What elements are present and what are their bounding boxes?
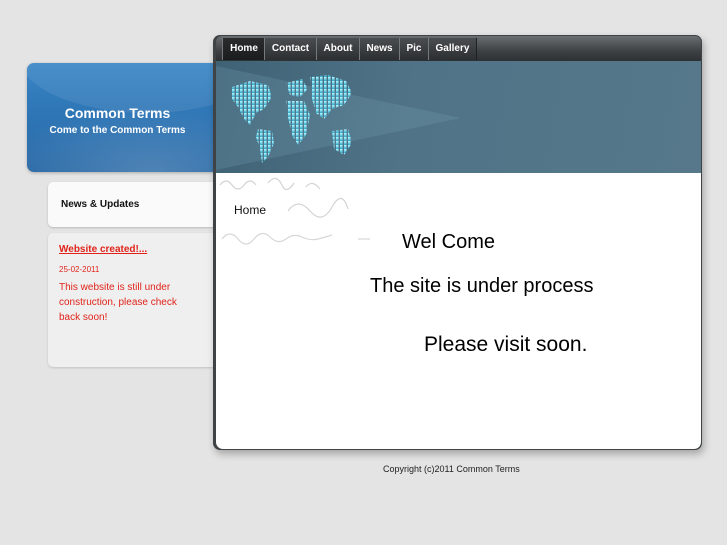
news-updates-heading-box: News & Updates — [48, 182, 218, 227]
status-message: The site is under process — [370, 275, 594, 297]
world-map-icon — [232, 75, 352, 163]
nav-about[interactable]: About — [316, 38, 360, 60]
site-tagline: Come to the Common Terms — [49, 125, 186, 136]
breadcrumb: Home — [234, 203, 267, 217]
visit-message: Please visit soon. — [424, 333, 588, 356]
main-navigation: Home Contact About News Pic Gallery — [216, 36, 701, 61]
nav-home[interactable]: Home — [222, 38, 266, 60]
header-banner — [216, 61, 701, 173]
main-content: Home Wel Come The site is under process … — [216, 173, 701, 449]
copyright-text: Copyright (c)2011 Common Terms — [383, 464, 520, 474]
news-post-date: 25-02-2011 — [59, 265, 100, 274]
site-title: Common Terms — [64, 105, 171, 121]
nav-contact[interactable]: Contact — [264, 38, 317, 60]
site-header: Common Terms Come to the Common Terms — [27, 63, 222, 172]
nav-news[interactable]: News — [359, 38, 400, 60]
news-post: Website created!... 25-02-2011 This webs… — [48, 233, 218, 367]
news-updates-heading: News & Updates — [61, 199, 140, 210]
news-post-title-link[interactable]: Website created!... — [59, 244, 147, 255]
welcome-heading: Wel Come — [402, 231, 495, 253]
nav-gallery[interactable]: Gallery — [428, 38, 477, 60]
nav-pic[interactable]: Pic — [399, 38, 429, 60]
news-post-text: This website is still under construction… — [59, 282, 177, 323]
